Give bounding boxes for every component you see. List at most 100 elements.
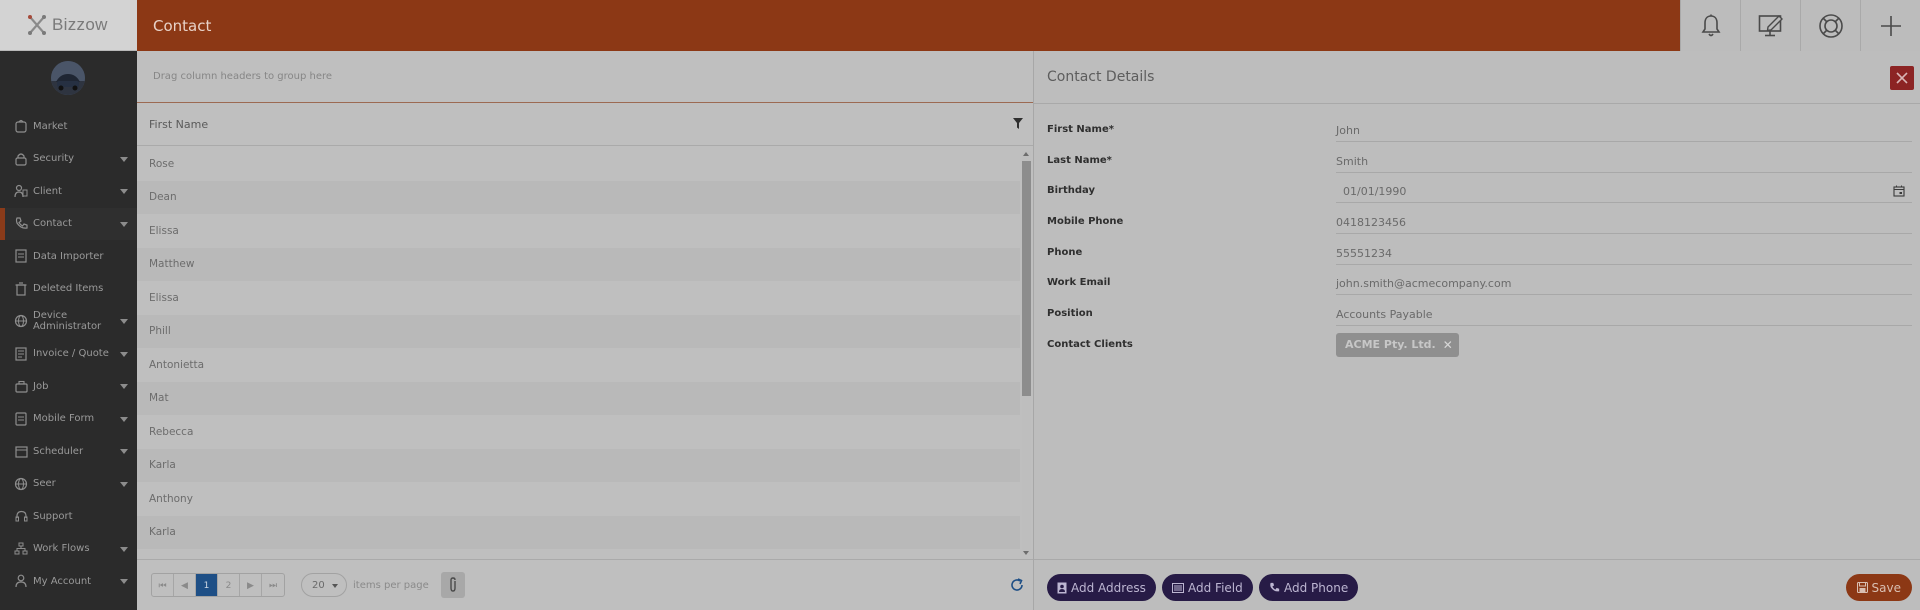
sidebar-item-scheduler[interactable]: Scheduler bbox=[0, 435, 137, 468]
position-input[interactable]: Accounts Payable bbox=[1336, 304, 1912, 327]
group-drop-area[interactable]: Drag column headers to group here bbox=[137, 51, 1033, 103]
phone-icon bbox=[1269, 582, 1280, 593]
table-row[interactable]: Elissa bbox=[137, 281, 1020, 315]
sidebar-item-client[interactable]: Client bbox=[0, 175, 137, 208]
sidebar-item-security[interactable]: Security bbox=[0, 143, 137, 176]
birthday-value: 01/01/1990 bbox=[1343, 185, 1407, 199]
filter-icon[interactable] bbox=[1013, 118, 1023, 132]
details-form: First Name* John Last Name* Smith Birthd… bbox=[1034, 115, 1920, 361]
close-button[interactable] bbox=[1890, 66, 1914, 90]
mobile-phone-input[interactable]: 0418123456 bbox=[1336, 212, 1912, 235]
chevron-down-icon bbox=[120, 189, 128, 195]
table-row[interactable]: Rebecca bbox=[137, 415, 1020, 449]
page-2-button[interactable]: 2 bbox=[218, 574, 240, 596]
add-phone-label: Add Phone bbox=[1284, 580, 1349, 595]
field-mobile-phone: Mobile Phone 0418123456 bbox=[1034, 207, 1920, 238]
contact-grid: Drag column headers to group here First … bbox=[137, 51, 1033, 610]
details-title: Contact Details bbox=[1034, 51, 1920, 104]
scroll-up-icon[interactable] bbox=[1023, 152, 1029, 156]
table-row[interactable]: Karla bbox=[137, 448, 1020, 482]
contact-details-panel: Contact Details First Name* John Last Na… bbox=[1033, 51, 1920, 610]
table-row[interactable]: Rose bbox=[137, 147, 1020, 181]
table-row[interactable]: Karla bbox=[137, 515, 1020, 549]
chevron-down-icon bbox=[332, 584, 338, 588]
grid-scrollbar[interactable] bbox=[1022, 151, 1031, 555]
add-field-label: Add Field bbox=[1188, 580, 1243, 595]
calendar-icon bbox=[14, 444, 28, 458]
list-icon bbox=[1172, 582, 1184, 593]
scrollbar-thumb[interactable] bbox=[1022, 161, 1031, 396]
birthday-input[interactable]: 01/01/1990 bbox=[1336, 181, 1912, 204]
field-label: Mobile Phone bbox=[1047, 216, 1124, 228]
table-row[interactable]: Phill bbox=[137, 314, 1020, 348]
header-bar: Contact bbox=[137, 0, 1680, 51]
table-row[interactable]: Matthew bbox=[137, 247, 1020, 281]
sidebar-item-mobile-form[interactable]: Mobile Form bbox=[0, 403, 137, 436]
last-page-button[interactable]: ⏭ bbox=[262, 574, 284, 596]
sidebar-item-work-flows[interactable]: Work Flows bbox=[0, 533, 137, 566]
sidebar-item-deleted-items[interactable]: Deleted Items bbox=[0, 273, 137, 306]
table-row[interactable]: Dean bbox=[137, 180, 1020, 214]
sidebar-item-device-administrator[interactable]: Device Administrator bbox=[0, 305, 137, 338]
sidebar-item-data-importer[interactable]: Data Importer bbox=[0, 240, 137, 273]
market-icon bbox=[14, 119, 28, 133]
client-chip: ACME Pty. Ltd. ✕ bbox=[1336, 332, 1459, 357]
last-name-input[interactable]: Smith bbox=[1336, 151, 1912, 173]
add-phone-button[interactable]: Add Phone bbox=[1259, 574, 1359, 601]
table-row[interactable]: Antonietta bbox=[137, 348, 1020, 382]
page-size-select[interactable]: 20 bbox=[301, 573, 347, 597]
refresh-icon[interactable] bbox=[1009, 577, 1025, 596]
edit-screen-button[interactable] bbox=[1740, 0, 1800, 51]
chevron-down-icon bbox=[120, 449, 128, 455]
help-button[interactable] bbox=[1800, 0, 1860, 51]
add-address-button[interactable]: Add Address bbox=[1047, 574, 1156, 601]
logo-text: Bizzow bbox=[52, 15, 108, 34]
first-name-input[interactable]: John bbox=[1336, 120, 1912, 142]
scroll-down-icon[interactable] bbox=[1023, 551, 1029, 555]
notifications-button[interactable] bbox=[1680, 0, 1740, 51]
sidebar-item-label: Data Importer bbox=[33, 250, 104, 262]
chevron-down-icon bbox=[120, 384, 128, 390]
column-header-first-name[interactable]: First Name bbox=[137, 103, 1033, 146]
table-row[interactable]: Elissa bbox=[137, 214, 1020, 248]
field-first-name: First Name* John bbox=[1034, 115, 1920, 146]
add-field-button[interactable]: Add Field bbox=[1162, 574, 1253, 601]
sidebar-item-invoice-quote[interactable]: Invoice / Quote bbox=[0, 338, 137, 371]
globe-icon bbox=[14, 477, 28, 491]
sidebar-item-label: Invoice / Quote bbox=[33, 348, 109, 360]
sidebar-item-label: Contact bbox=[33, 218, 72, 230]
prev-page-button[interactable]: ◀ bbox=[174, 574, 196, 596]
field-contact-clients: Contact Clients ACME Pty. Ltd. ✕ bbox=[1034, 330, 1920, 361]
save-button[interactable]: Save bbox=[1845, 574, 1912, 601]
sidebar: Market Security Client Contact Data Impo… bbox=[0, 51, 137, 610]
sidebar-item-seer[interactable]: Seer bbox=[0, 468, 137, 501]
sidebar-item-job[interactable]: Job bbox=[0, 370, 137, 403]
page-1-button[interactable]: 1 bbox=[196, 574, 218, 596]
chevron-down-icon bbox=[120, 319, 128, 325]
chevron-down-icon bbox=[120, 579, 128, 585]
pager: ⏮ ◀ 1 2 ▶ ⏭ 20 items per page bbox=[137, 559, 1033, 610]
field-label: Birthday bbox=[1047, 185, 1095, 197]
page-title: Contact bbox=[153, 16, 212, 35]
attachment-button[interactable] bbox=[440, 572, 465, 598]
chevron-down-icon bbox=[120, 351, 128, 357]
table-row[interactable]: Anthony bbox=[137, 482, 1020, 516]
first-page-button[interactable]: ⏮ bbox=[152, 574, 174, 596]
work-email-input[interactable]: john.smith@acmecompany.com bbox=[1336, 273, 1912, 296]
phone-input[interactable]: 55551234 bbox=[1336, 243, 1912, 265]
sidebar-item-market[interactable]: Market bbox=[0, 110, 137, 143]
calendar-icon[interactable] bbox=[1893, 185, 1905, 200]
field-label: Work Email bbox=[1047, 277, 1111, 289]
logo[interactable]: Bizzow bbox=[0, 0, 137, 51]
avatar[interactable] bbox=[51, 61, 85, 95]
add-button[interactable] bbox=[1860, 0, 1920, 51]
remove-chip-icon[interactable]: ✕ bbox=[1443, 338, 1453, 352]
table-row[interactable]: Mat bbox=[137, 381, 1020, 415]
sidebar-item-my-account[interactable]: My Account bbox=[0, 565, 137, 598]
add-address-label: Add Address bbox=[1071, 580, 1146, 595]
next-page-button[interactable]: ▶ bbox=[240, 574, 262, 596]
top-icon-group bbox=[1680, 0, 1920, 51]
sidebar-item-contact[interactable]: Contact bbox=[0, 207, 137, 240]
sidebar-item-support[interactable]: Support bbox=[0, 500, 137, 533]
sidebar-item-label: Scheduler bbox=[33, 445, 84, 457]
